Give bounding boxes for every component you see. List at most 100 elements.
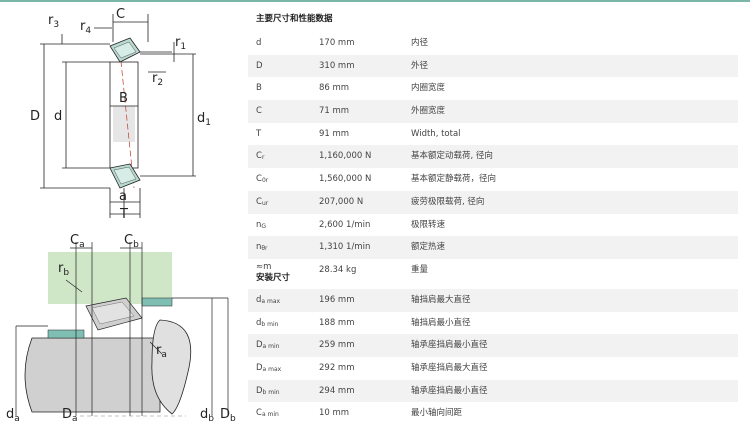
param-description: 疲劳极限载荷, 径向 [411,196,485,207]
table-row: db min 188 mm 轴挡肩最小直径 [248,312,738,335]
param-symbol-subscript: a min [261,411,279,419]
label-d: d [54,109,62,124]
param-description: 轴挡肩最大直径 [411,294,471,305]
label-Cb: Cb [124,233,139,250]
param-description: 外径 [411,60,429,71]
param-symbol: d [256,32,261,55]
param-symbol: nθr [256,236,268,261]
table-row: D 310 mm 外径 [248,54,738,78]
param-value: 91 mm [319,128,350,139]
param-symbol-main: T [256,128,262,139]
table-row: C0r 1,560,000 N 基本额定静载荷，径向 [248,168,738,191]
label-a: a [119,189,127,204]
section-title-main-dimensions: 主要尺寸和性能数据 [256,14,333,24]
param-symbol: Da max [256,357,281,382]
label-r3: r3 [48,13,59,30]
param-symbol: B [256,77,262,100]
table-row: B 86 mm 内圈宽度 [248,77,738,100]
param-symbol-subscript: a min [262,343,280,351]
param-description: 轴挡肩最小直径 [411,317,471,328]
param-value: 207,000 N [319,196,364,207]
param-description: 极限转速 [411,219,446,230]
param-symbol-main: B [256,83,262,94]
label-da: da [6,407,20,424]
mounting-drawing [15,242,229,417]
table-row: Cr 1,160,000 N 基本额定动载荷, 径向 [248,145,738,170]
bearing-drawings: r3 r4 C r1 r2 B D d d1 a T Ca Cb rb ra d… [0,2,245,435]
param-symbol: da max [256,289,280,314]
param-symbol: C0r [256,168,268,193]
table-row: Da max 292 mm 轴承座挡肩最大直径 [248,357,738,380]
param-description: 内径 [411,38,429,48]
spec-rows: d 170 mm 内径 D 310 mm 外径 B 86 mm 内圈宽度 C 71 mm 外圈宽度 T 9… [248,32,738,259]
param-value: 294 mm [319,385,355,396]
param-description: Width, total [411,128,461,139]
param-symbol: C [256,100,262,123]
param-value: 170 mm [319,38,355,48]
param-symbol-subscript: b min [262,388,280,396]
param-symbol-subscript: 0r [261,177,269,185]
label-Db: Db [220,407,236,424]
param-symbol: db min [256,312,278,337]
table-row: C 71 mm 外圈宽度 [248,100,738,123]
param-description: 基本额定动载荷, 径向 [411,151,493,162]
label-T: T [119,207,128,222]
section-title-mounting: 安装尺寸 [256,272,291,283]
mounting-rows: da max 196 mm 轴挡肩最大直径 db min 188 mm 轴挡肩最小直径 Da… [248,288,738,427]
mass-symbol-cell: ≈m 安装尺寸 [256,262,290,284]
bearing-drawing-svg: r3 r4 C r1 r2 B D d d1 a T Ca Cb rb ra d… [6,7,236,424]
label-r4: r4 [80,19,91,36]
param-symbol-main: C [256,106,262,117]
param-symbol-subscript: a max [261,297,281,305]
label-d1: d1 [197,111,211,128]
param-symbol-subscript: r [261,154,265,162]
param-value: 188 mm [319,317,355,328]
param-description: 最小轴向间距 [411,408,463,419]
param-symbol-subscript: ur [261,199,269,207]
param-symbol: Cr [256,145,264,170]
param-symbol: Db min [256,380,280,405]
table-row: nθr 1,310 1/min 额定热速 [248,236,738,259]
param-value: 196 mm [319,294,355,305]
param-description: 轴承座挡肩最大直径 [411,362,488,373]
param-value: 1,310 1/min [319,242,371,253]
param-symbol: T [256,123,261,146]
param-symbol-subscript: θr [261,245,268,253]
param-description: 轴承座挡肩最小直径 [411,340,488,351]
label-r1: r1 [175,35,186,52]
label-Ca: Ca [70,233,85,250]
param-symbol: nG [256,214,266,239]
param-description: 基本额定静载荷，径向 [411,174,497,185]
param-description: 轴承座挡肩最小直径 [411,385,488,396]
label-C: C [116,7,125,22]
param-value: 310 mm [319,60,355,71]
param-symbol-main: d [256,38,262,48]
param-value: 259 mm [319,340,355,351]
param-value: 2,600 1/min [319,219,371,230]
label-B: B [119,91,128,106]
table-row: Cur 207,000 N 疲劳极限载荷, 径向 [248,190,738,214]
param-value: 10 mm [319,408,350,419]
table-row: da max 196 mm 轴挡肩最大直径 [248,288,738,314]
param-symbol: D [256,55,263,78]
param-description: 内圈宽度 [411,83,446,94]
table-row: Da min 259 mm 轴承座挡肩最小直径 [248,334,738,357]
param-symbol-subscript: b min [261,320,279,328]
param-description: 额定热速 [411,242,446,253]
param-value: 1,560,000 N [319,174,372,185]
table-row: Db min 294 mm 轴承座挡肩最小直径 [248,379,738,405]
param-value: 292 mm [319,362,355,373]
param-symbol-subscript: G [261,222,267,230]
param-symbol-main: D [256,60,263,71]
table-row: d 170 mm 内径 [248,32,738,55]
roller-top [109,37,141,63]
param-value: 71 mm [319,106,350,117]
mass-symbol: ≈m [256,261,272,272]
spec-table: 主要尺寸和性能数据 d 170 mm 内径 D 310 mm 外径 B 86 mm 内圈宽度 C 7… [248,6,738,425]
param-symbol-subscript: a max [262,365,282,373]
param-symbol: Ca min [256,402,279,427]
param-value: 86 mm [319,83,350,94]
label-D: D [30,109,40,124]
mass-value: 28.34 kg [319,264,357,275]
mass-row: ≈m 安装尺寸 28.34 kg 重量 [248,259,738,289]
